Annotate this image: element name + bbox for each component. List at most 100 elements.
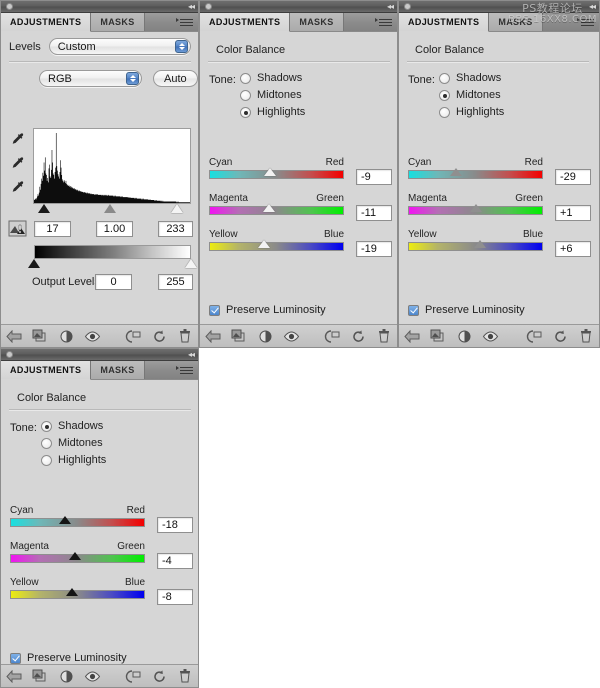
tab-adjustments[interactable]: ADJUSTMENTS (1, 361, 92, 380)
levels-input-slider[interactable] (33, 204, 191, 215)
tone-option-midtones[interactable]: Midtones (240, 90, 302, 101)
preserve-luminosity-checkbox[interactable] (209, 304, 220, 316)
clipping-warning-icon[interactable] (8, 220, 27, 240)
tone-option-midtones[interactable]: Midtones (41, 438, 103, 449)
color-slider-yellow-blue[interactable]: Yellow Blue (209, 229, 344, 251)
return-to-adjustment-list-icon[interactable] (1, 665, 27, 687)
clip-to-layer-icon[interactable] (226, 325, 252, 347)
clip-to-layer-icon[interactable] (27, 325, 53, 347)
panel-menu-icon[interactable] (375, 17, 392, 27)
input-gamma-thumb[interactable] (104, 204, 117, 213)
output-shadow-field[interactable]: 0 (95, 274, 132, 290)
toggle-layer-visibility-icon[interactable] (278, 325, 304, 347)
radio-midtones-icon[interactable] (41, 438, 52, 449)
reset-adjustment-icon[interactable] (146, 665, 172, 687)
slider-value-field[interactable]: -8 (157, 589, 193, 605)
input-highlight-field[interactable]: 233 (158, 221, 193, 237)
color-slider-cyan-red[interactable]: Cyan Red (408, 157, 543, 179)
color-slider-cyan-red[interactable]: Cyan Red (10, 505, 145, 527)
panel-menu-icon[interactable] (577, 17, 594, 27)
radio-shadows-icon[interactable] (240, 73, 251, 84)
toggle-layer-visibility-icon[interactable] (79, 665, 105, 687)
return-to-adjustment-list-icon[interactable] (200, 325, 226, 347)
preserve-luminosity-option[interactable]: Preserve Luminosity (408, 304, 525, 316)
view-previous-state-icon[interactable] (319, 325, 345, 347)
tab-adjustments[interactable]: ADJUSTMENTS (200, 13, 291, 32)
tone-option-shadows[interactable]: Shadows (439, 73, 501, 84)
panel-close-dot-icon[interactable] (6, 3, 13, 10)
delete-adjustment-icon[interactable] (573, 325, 599, 347)
eyedropper-black-icon[interactable] (9, 130, 27, 151)
radio-midtones-icon[interactable] (240, 90, 251, 101)
slider-thumb[interactable] (257, 240, 270, 248)
reset-adjustment-icon[interactable] (146, 325, 172, 347)
panel-collapse-icon[interactable]: ◂◂ (188, 350, 195, 359)
clip-to-layer-icon[interactable] (27, 665, 53, 687)
panel-menu-icon[interactable] (176, 17, 193, 27)
toggle-layer-visibility-icon[interactable] (477, 325, 503, 347)
levels-output-slider[interactable] (28, 259, 197, 270)
tone-option-midtones[interactable]: Midtones (439, 90, 501, 101)
output-highlight-thumb[interactable] (185, 259, 197, 268)
slider-value-field[interactable]: -4 (157, 553, 193, 569)
slider-thumb[interactable] (68, 552, 81, 560)
color-slider-yellow-blue[interactable]: Yellow Blue (408, 229, 543, 251)
panel-close-dot-icon[interactable] (6, 351, 13, 358)
view-previous-state-icon[interactable] (120, 325, 146, 347)
radio-shadows-icon[interactable] (439, 73, 450, 84)
preserve-luminosity-checkbox[interactable] (10, 652, 21, 664)
slider-thumb[interactable] (263, 204, 276, 212)
channel-stepper-icon[interactable] (126, 72, 139, 85)
output-highlight-field[interactable]: 255 (158, 274, 193, 290)
tone-option-shadows[interactable]: Shadows (240, 73, 302, 84)
panel-titlebar[interactable]: ◂◂ (200, 1, 397, 13)
radio-highlights-icon[interactable] (240, 107, 251, 118)
tab-adjustments[interactable]: ADJUSTMENTS (1, 13, 92, 32)
return-to-adjustment-list-icon[interactable] (1, 325, 27, 347)
tab-adjustments[interactable]: ADJUSTMENTS (399, 13, 490, 32)
tone-option-highlights[interactable]: Highlights (240, 107, 305, 118)
slider-track[interactable] (209, 242, 344, 251)
input-gamma-field[interactable]: 1.00 (96, 221, 133, 237)
preset-stepper-icon[interactable] (174, 40, 188, 53)
color-slider-cyan-red[interactable]: Cyan Red (209, 157, 344, 179)
slider-thumb[interactable] (449, 168, 462, 176)
eyedropper-gray-icon[interactable] (9, 154, 27, 175)
reset-adjustment-icon[interactable] (345, 325, 371, 347)
panel-titlebar[interactable]: ◂◂ (399, 1, 599, 13)
delete-adjustment-icon[interactable] (371, 325, 397, 347)
tone-option-highlights[interactable]: Highlights (439, 107, 504, 118)
slider-value-field[interactable]: -9 (356, 169, 392, 185)
preserve-luminosity-checkbox[interactable] (408, 304, 419, 316)
slider-thumb[interactable] (59, 516, 72, 524)
view-previous-state-icon[interactable] (521, 325, 547, 347)
slider-value-field[interactable]: -19 (356, 241, 392, 257)
panel-menu-icon[interactable] (176, 365, 193, 375)
input-shadow-thumb[interactable] (37, 204, 50, 213)
output-shadow-thumb[interactable] (28, 259, 40, 268)
radio-highlights-icon[interactable] (439, 107, 450, 118)
delete-adjustment-icon[interactable] (172, 325, 198, 347)
panel-close-dot-icon[interactable] (404, 3, 411, 10)
levels-channel-select[interactable]: RGB (39, 70, 142, 87)
tab-masks[interactable]: MASKS (489, 13, 543, 31)
slider-track[interactable] (10, 518, 145, 527)
color-slider-magenta-green[interactable]: Magenta Green (209, 193, 344, 215)
panel-collapse-icon[interactable]: ◂◂ (589, 2, 596, 11)
panel-titlebar[interactable]: ◂◂ (1, 1, 198, 13)
tab-masks[interactable]: MASKS (290, 13, 344, 31)
tab-masks[interactable]: MASKS (91, 361, 145, 379)
slider-track[interactable] (408, 170, 543, 179)
tab-masks[interactable]: MASKS (91, 13, 145, 31)
levels-preset-select[interactable]: Custom (48, 38, 191, 55)
panel-close-dot-icon[interactable] (205, 3, 212, 10)
delete-adjustment-icon[interactable] (172, 665, 198, 687)
slider-value-field[interactable]: -18 (157, 517, 193, 533)
slider-value-field[interactable]: +6 (555, 241, 591, 257)
slider-thumb[interactable] (66, 588, 79, 596)
panel-collapse-icon[interactable]: ◂◂ (188, 2, 195, 11)
slider-track[interactable] (209, 170, 344, 179)
slider-value-field[interactable]: +1 (555, 205, 591, 221)
radio-midtones-icon[interactable] (439, 90, 450, 101)
color-slider-yellow-blue[interactable]: Yellow Blue (10, 577, 145, 599)
